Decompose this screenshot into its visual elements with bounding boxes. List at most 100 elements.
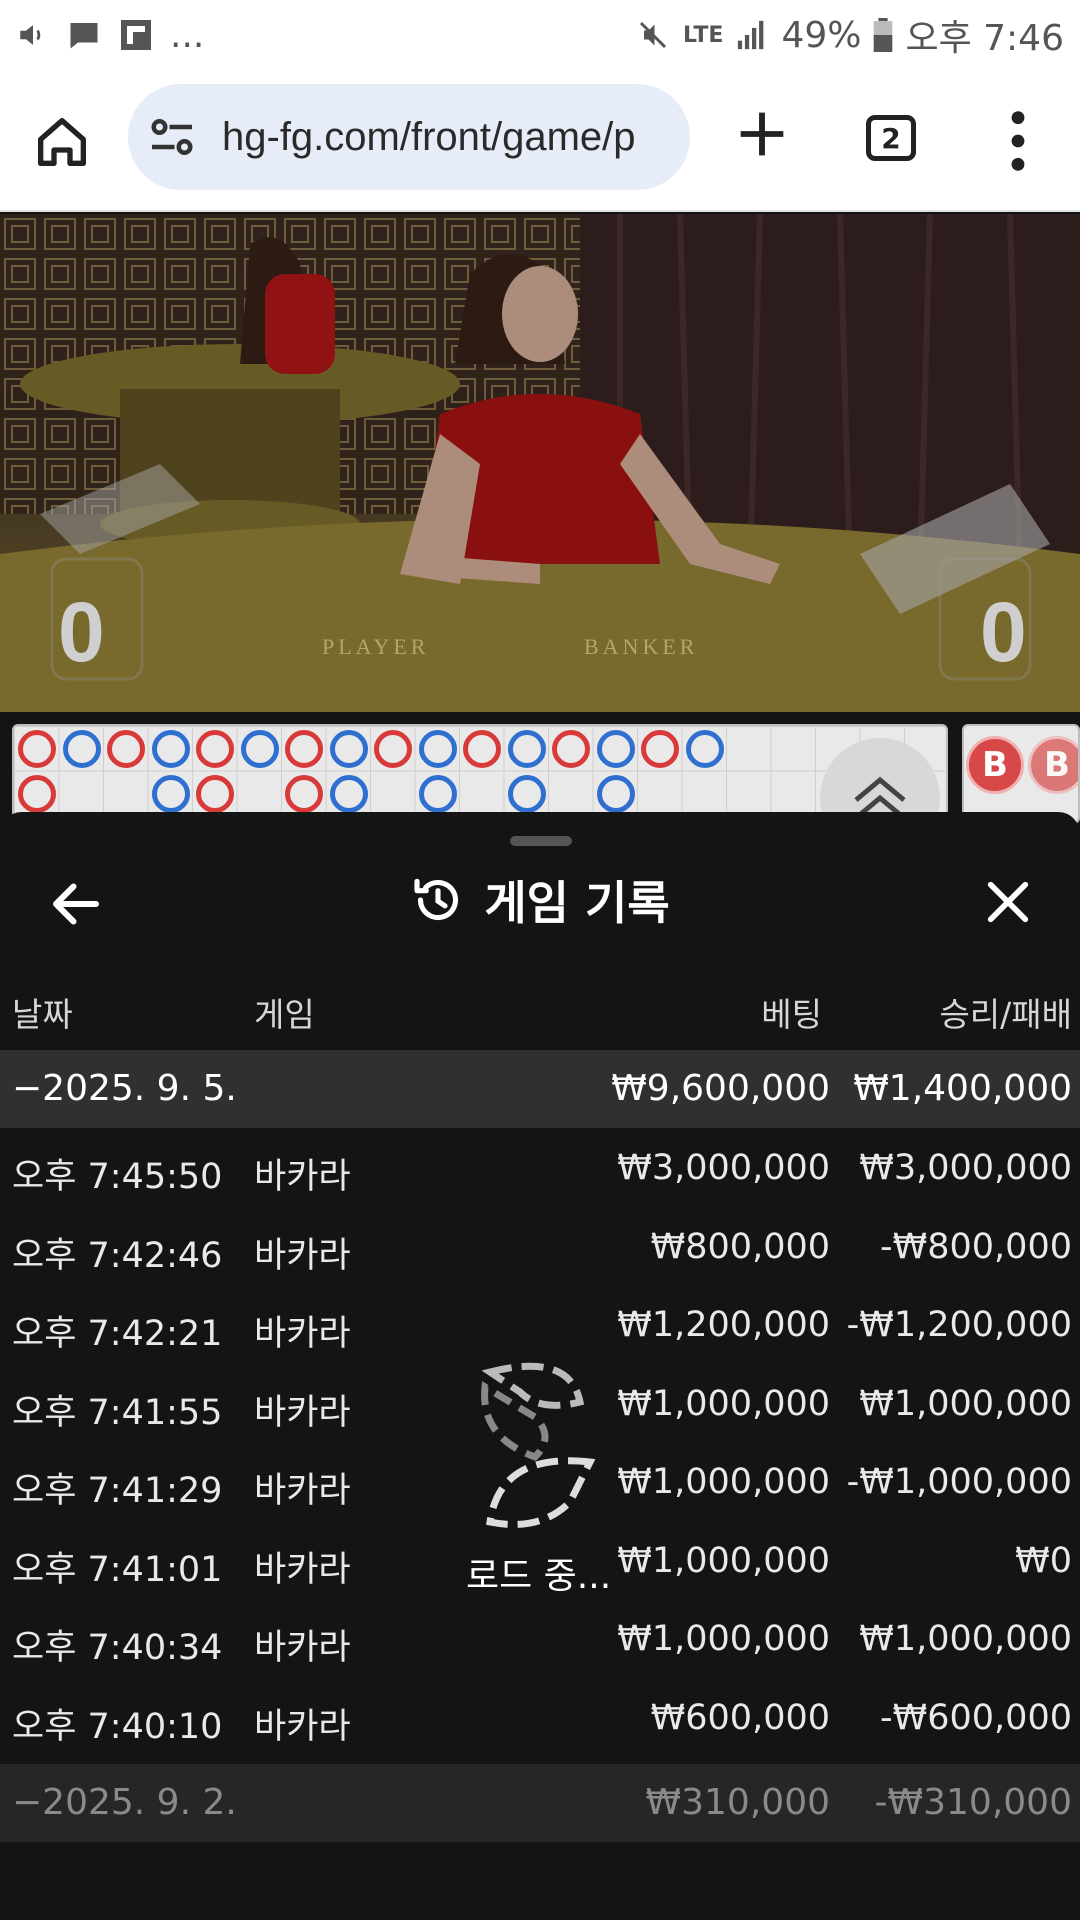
row-bet: ₩600,000 (650, 1697, 830, 1738)
row-game: 바카라 (254, 1471, 351, 1511)
row-win-loss: ₩3,000,000 (859, 1148, 1072, 1188)
group-win-loss-total: -₩310,000 (874, 1782, 1072, 1823)
group-win-loss-total: ₩1,400,000 (853, 1068, 1072, 1109)
battery-percent: 49% (781, 14, 862, 56)
address-bar[interactable]: hg-fg.com/front/game/p (128, 84, 690, 190)
more-menu-icon[interactable] (998, 106, 1038, 176)
tab-count: 2 (881, 121, 901, 155)
header-game: 게임 (254, 995, 315, 1034)
row-time: 오후 7:41:01 (12, 1549, 223, 1590)
row-time: 오후 7:41:29 (12, 1471, 223, 1511)
live-video[interactable]: 0 0 PLAYER BANKER (0, 214, 1080, 712)
loading-spinner-icon (481, 1362, 596, 1528)
road-marker-blue (685, 730, 724, 768)
road-marker-blue (596, 730, 635, 768)
signal-icon (735, 18, 769, 52)
column-headers: 날짜 게임 베팅 승리/패배 (0, 988, 1080, 1038)
loading-text: 로드 중... (466, 1556, 612, 1597)
row-time: 오후 7:40:34 (12, 1628, 223, 1668)
header-win-loss: 승리/패배 (939, 995, 1072, 1034)
row-time: 오후 7:42:21 (12, 1314, 223, 1354)
row-bet: ₩1,000,000 (617, 1540, 830, 1581)
row-game: 바카라 (254, 1549, 351, 1590)
row-game: 바카라 (254, 1314, 351, 1354)
row-win-loss: ₩1,000,000 (859, 1619, 1072, 1659)
row-time: 오후 7:41:55 (12, 1392, 223, 1433)
clock: 오후 7:46 (905, 18, 1064, 59)
road-marker-blue (151, 774, 190, 813)
row-bet: ₩1,000,000 (617, 1383, 830, 1424)
road-marker-red (552, 730, 590, 768)
header-bet: 베팅 (761, 995, 822, 1034)
row-bet: ₩800,000 (650, 1226, 830, 1267)
date-group-header[interactable]: −2025. 9. 2. ₩310,000 -₩310,000 (0, 1764, 1080, 1842)
page-title: 게임 기록 (484, 876, 670, 930)
date-group-header[interactable]: −2025. 9. 5. ₩9,600,000 ₩1,400,000 (0, 1050, 1080, 1128)
row-bet: ₩3,000,000 (617, 1148, 830, 1188)
road-marker-red (463, 730, 501, 768)
row-game: 바카라 (254, 1706, 351, 1747)
status-bar: ... LTE 49% 오후 7:46 (0, 0, 1080, 70)
big-road[interactable]: B B (962, 724, 1080, 824)
close-icon[interactable] (982, 876, 1034, 928)
player-table-label: PLAYER (322, 634, 430, 659)
group-date: −2025. 9. 5. (12, 1068, 237, 1109)
row-win-loss: ₩0 (1015, 1540, 1072, 1581)
road-marker-blue (418, 774, 457, 813)
history-icon (414, 878, 459, 921)
history-row[interactable]: 오후 7:40:10 바카라 ₩600,000 -₩600,000 (0, 1678, 1080, 1756)
row-win-loss: ₩1,000,000 (859, 1383, 1072, 1424)
banker-score: 0 (980, 585, 1027, 679)
new-tab-icon[interactable] (730, 102, 794, 166)
row-time: 오후 7:42:46 (12, 1235, 223, 1276)
road-marker-red (18, 774, 56, 813)
road-marker-blue (596, 774, 635, 813)
road-marker-red (285, 730, 323, 768)
history-row[interactable]: 오후 7:42:46 바카라 ₩800,000 -₩800,000 (0, 1207, 1080, 1285)
battery-icon (873, 18, 893, 52)
road-marker-blue (507, 730, 546, 768)
row-game: 바카라 (254, 1628, 351, 1668)
history-row[interactable]: 오후 7:40:34 바카라 ₩1,000,000 ₩1,000,000 (0, 1599, 1080, 1677)
road-marker-red (196, 730, 234, 768)
panel-header: 게임 기록 (0, 867, 1080, 933)
row-game: 바카라 (254, 1157, 351, 1197)
group-date: −2025. 9. 2. (12, 1782, 237, 1823)
road-marker-red (196, 774, 234, 813)
tab-switcher-button[interactable]: 2 (866, 115, 916, 161)
flipboard-icon (118, 17, 154, 53)
history-row[interactable]: 오후 7:45:50 바카라 ₩3,000,000 ₩3,000,000 (0, 1128, 1080, 1206)
row-bet: ₩1,200,000 (617, 1305, 830, 1345)
network-type: LTE (683, 22, 724, 48)
banker-table-label: BANKER (584, 634, 699, 659)
drag-handle[interactable] (510, 836, 572, 846)
group-bet-total: ₩9,600,000 (611, 1068, 830, 1109)
home-icon[interactable] (30, 110, 94, 174)
row-game: 바카라 (254, 1392, 351, 1433)
row-game: 바카라 (254, 1235, 351, 1276)
road-marker-red (285, 774, 323, 813)
video-scene (0, 214, 1080, 712)
player-score: 0 (58, 585, 105, 679)
road-marker-red (18, 730, 56, 768)
game-history-panel: 게임 기록 날짜 게임 베팅 승리/패배 −2025. 9. 5. ₩9,600… (0, 812, 1080, 1920)
row-win-loss: -₩800,000 (880, 1226, 1072, 1267)
road-marker-blue (418, 730, 457, 768)
bead-road[interactable] (12, 724, 948, 824)
row-bet: ₩1,000,000 (617, 1462, 830, 1502)
row-bet: ₩1,000,000 (617, 1619, 830, 1659)
banker-chip: B (966, 736, 1024, 794)
site-settings-icon[interactable] (142, 107, 202, 167)
message-icon (66, 17, 102, 53)
mute-icon (635, 17, 671, 53)
row-time: 오후 7:40:10 (12, 1706, 223, 1747)
url-text: hg-fg.com/front/game/p (222, 114, 636, 159)
group-bet-total: ₩310,000 (645, 1782, 830, 1823)
road-marker-red (374, 730, 412, 768)
more-notifications: ... (170, 14, 205, 56)
row-win-loss: -₩1,200,000 (846, 1305, 1072, 1345)
road-marker-blue (329, 730, 368, 768)
banker-chip: B (1028, 736, 1078, 794)
road-marker-blue (329, 774, 368, 813)
road-marker-red (641, 730, 679, 768)
